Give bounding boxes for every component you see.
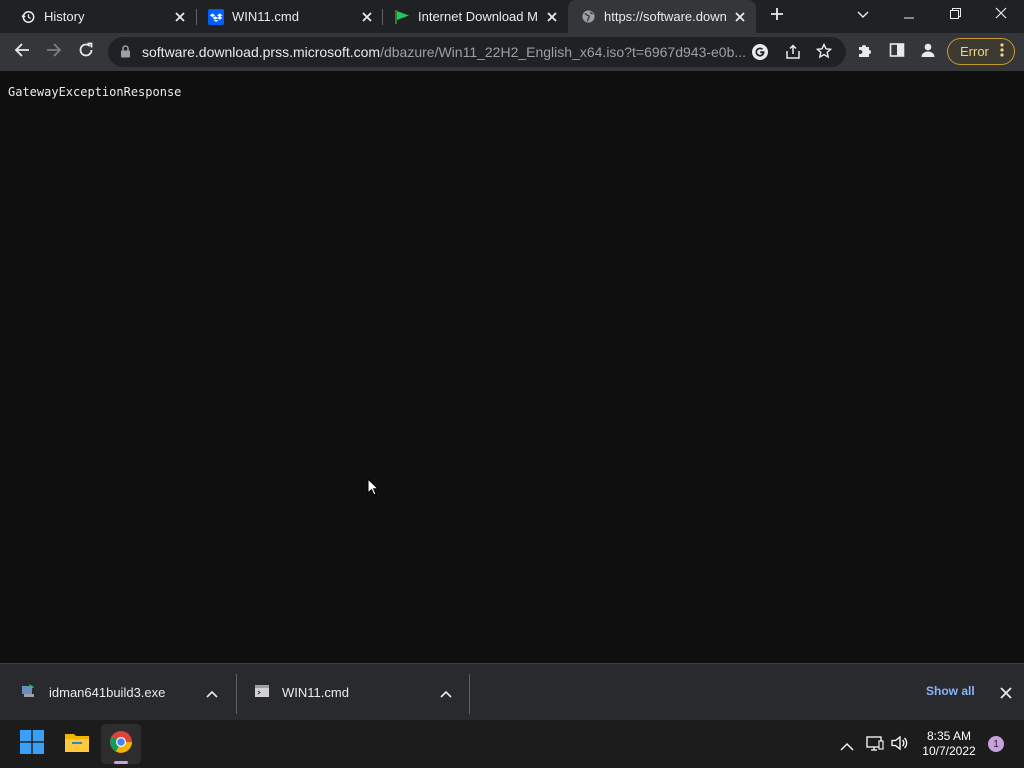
reload-icon (78, 42, 94, 63)
restore-button[interactable] (932, 0, 978, 30)
tab-history[interactable]: History (0, 0, 196, 33)
clock-time: 8:35 AM (926, 729, 972, 743)
side-panel-button[interactable] (883, 38, 911, 66)
installer-icon (20, 683, 36, 702)
person-icon (920, 42, 936, 63)
chrome-icon (109, 730, 133, 759)
close-icon[interactable] (544, 9, 560, 25)
close-icon[interactable] (732, 9, 748, 25)
plus-icon (770, 7, 784, 26)
start-button[interactable] (12, 724, 52, 764)
reload-button[interactable] (72, 38, 100, 66)
system-clock[interactable]: 8:35 AM 10/7/2022 (918, 729, 980, 759)
cmd-file-icon (254, 683, 270, 702)
active-app-indicator (114, 761, 128, 764)
history-icon (20, 9, 36, 25)
tab-win11-cmd[interactable]: WIN11.cmd (188, 0, 383, 33)
chevron-up-icon[interactable] (440, 686, 452, 701)
mouse-cursor-icon (367, 477, 380, 501)
arrow-right-icon (46, 42, 62, 63)
new-tab-button[interactable] (755, 1, 799, 31)
restore-icon (949, 6, 961, 24)
url-text[interactable]: software.download.prss.microsoft.com/dba… (142, 44, 746, 60)
chrome-taskbar-button[interactable] (101, 724, 141, 764)
kebab-menu-icon (1000, 43, 1004, 60)
lock-icon[interactable] (120, 45, 131, 63)
download-filename: WIN11.cmd (282, 684, 349, 700)
minimize-icon (904, 6, 914, 24)
arrow-left-icon (14, 42, 30, 63)
profile-button[interactable] (914, 38, 942, 66)
tab-strip: History WIN11.cmd Internet Download Ma h… (0, 0, 1024, 33)
tab-software-download[interactable]: https://software.downl (568, 0, 756, 33)
tab-label: https://software.downl (604, 9, 726, 24)
tab-label: WIN11.cmd (232, 9, 299, 24)
extensions-button[interactable] (851, 38, 879, 66)
side-panel-icon (889, 42, 905, 63)
close-window-button[interactable] (978, 0, 1024, 30)
close-icon[interactable] (359, 9, 375, 25)
chevron-up-icon[interactable] (206, 686, 218, 701)
share-icon[interactable] (785, 44, 801, 65)
minimize-button[interactable] (886, 0, 932, 30)
idm-flag-icon (394, 9, 410, 25)
show-all-link[interactable]: Show all (926, 684, 975, 698)
browser-toolbar: software.download.prss.microsoft.com/dba… (0, 33, 1024, 71)
google-lens-icon[interactable] (751, 43, 769, 66)
error-menu-button[interactable]: Error (947, 38, 1015, 65)
forward-button[interactable] (40, 38, 68, 66)
response-text: GatewayExceptionResponse (8, 85, 182, 99)
windows-taskbar: 8:35 AM 10/7/2022 1 (0, 720, 1024, 768)
globe-icon (580, 9, 596, 25)
puzzle-icon (857, 42, 873, 63)
close-icon[interactable] (1000, 686, 1012, 704)
download-bar: idman641build3.exe WIN11.cmd Show all (0, 663, 1024, 720)
page-content: GatewayExceptionResponse (0, 71, 1024, 663)
volume-icon[interactable] (891, 735, 909, 756)
download-filename: idman641build3.exe (49, 684, 166, 700)
address-bar[interactable]: software.download.prss.microsoft.com/dba… (108, 37, 846, 67)
tab-label: History (44, 9, 85, 24)
download-item-win11-cmd[interactable]: WIN11.cmd (237, 664, 469, 720)
tab-label: Internet Download Ma (418, 9, 538, 24)
close-icon (995, 6, 1007, 24)
error-label: Error (960, 44, 989, 59)
folder-icon (64, 731, 90, 758)
network-icon[interactable] (866, 735, 884, 756)
tab-search-button[interactable] (840, 0, 886, 30)
tab-internet-download-manager[interactable]: Internet Download Ma (374, 0, 568, 33)
download-item-idman[interactable]: idman641build3.exe (0, 664, 236, 720)
url-path: /dbazure/Win11_22H2_English_x64.iso?t=69… (380, 44, 747, 60)
notification-badge[interactable]: 1 (988, 736, 1004, 752)
chevron-down-icon (857, 6, 869, 24)
url-host: software.download.prss.microsoft.com (142, 44, 381, 60)
bookmark-star-icon[interactable] (815, 42, 833, 64)
download-divider (469, 674, 470, 714)
file-explorer-button[interactable] (57, 724, 97, 764)
close-icon[interactable] (172, 9, 188, 25)
dropbox-icon (208, 8, 224, 25)
clock-date: 10/7/2022 (922, 744, 976, 758)
back-button[interactable] (8, 38, 36, 66)
chevron-up-icon[interactable] (840, 738, 854, 756)
windows-logo-icon (20, 729, 44, 759)
